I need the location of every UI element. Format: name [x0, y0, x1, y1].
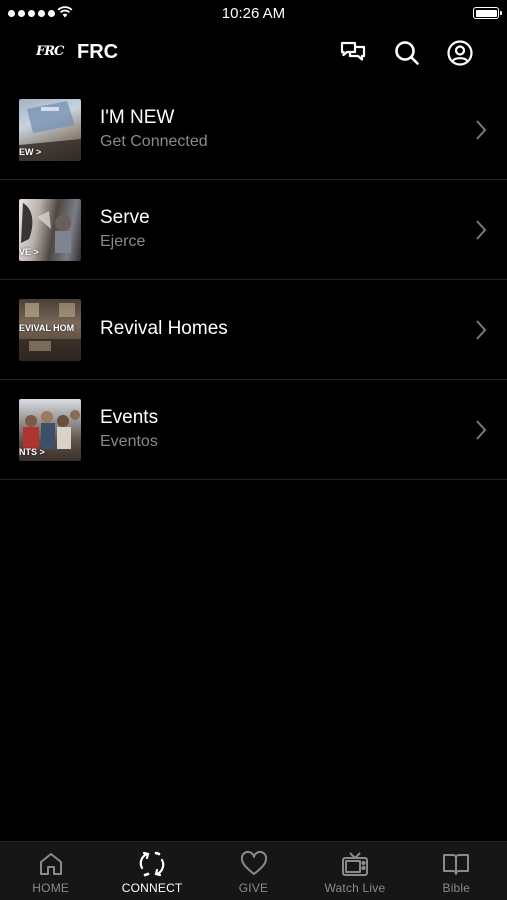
account-icon[interactable]: [445, 38, 475, 68]
tab-bar: HOME CONNECT GIVE Watch Live Bible: [0, 841, 507, 900]
thumbnail-caption: EVIVAL HOM: [19, 323, 75, 333]
thumbnail-caption: NTS >: [19, 447, 45, 457]
serve-thumbnail: VE >: [19, 199, 81, 261]
tab-label: HOME: [32, 881, 70, 895]
list-item-serve[interactable]: VE > Serve Ejerce: [0, 180, 507, 280]
tab-connect[interactable]: CONNECT: [101, 842, 202, 900]
connect-icon: [138, 850, 166, 878]
battery-icon: [473, 7, 502, 19]
chevron-right-icon: [475, 420, 487, 445]
tab-label: GIVE: [238, 881, 269, 895]
im-new-thumbnail: EW >: [19, 99, 81, 161]
tab-label: Watch Live: [324, 881, 386, 895]
tab-home[interactable]: HOME: [0, 842, 101, 900]
thumbnail-caption: VE >: [19, 247, 39, 257]
app-header: FRC FRC: [0, 28, 507, 78]
list-item-im-new[interactable]: EW > I'M NEW Get Connected: [0, 80, 507, 180]
home-icon: [38, 850, 64, 878]
book-icon: [442, 850, 470, 878]
chevron-right-icon: [475, 220, 487, 245]
events-thumbnail: NTS >: [19, 399, 81, 461]
list-item-subtitle: Get Connected: [100, 133, 208, 150]
list-item-title: Events: [100, 407, 159, 428]
chat-icon[interactable]: [338, 38, 368, 68]
status-bar: 10:26 AM: [0, 0, 507, 28]
revival-homes-thumbnail: EVIVAL HOM: [19, 299, 81, 361]
chevron-right-icon: [475, 120, 487, 145]
tab-watch-live[interactable]: Watch Live: [304, 842, 405, 900]
frc-logo: FRC: [36, 44, 64, 59]
list-item-events[interactable]: NTS > Events Eventos: [0, 380, 507, 480]
list-item-subtitle: Eventos: [100, 433, 158, 450]
search-icon[interactable]: [392, 38, 422, 68]
connect-list: EW > I'M NEW Get Connected VE > Serve Ej…: [0, 80, 507, 480]
page-title: FRC: [77, 41, 119, 63]
tab-give[interactable]: GIVE: [203, 842, 304, 900]
chevron-right-icon: [475, 320, 487, 345]
status-time: 10:26 AM: [221, 5, 286, 22]
heart-icon: [240, 850, 268, 878]
thumbnail-caption: EW >: [19, 147, 42, 157]
list-item-title: Serve: [100, 207, 150, 228]
tab-label: CONNECT: [121, 881, 183, 895]
tv-icon: [341, 850, 369, 878]
list-item-subtitle: Ejerce: [100, 233, 146, 250]
tab-bible[interactable]: Bible: [406, 842, 507, 900]
list-item-title: I'M NEW: [100, 107, 175, 128]
list-item-title: Revival Homes: [100, 318, 228, 339]
list-item-revival-homes[interactable]: EVIVAL HOM Revival Homes: [0, 280, 507, 380]
tab-label: Bible: [442, 881, 471, 895]
